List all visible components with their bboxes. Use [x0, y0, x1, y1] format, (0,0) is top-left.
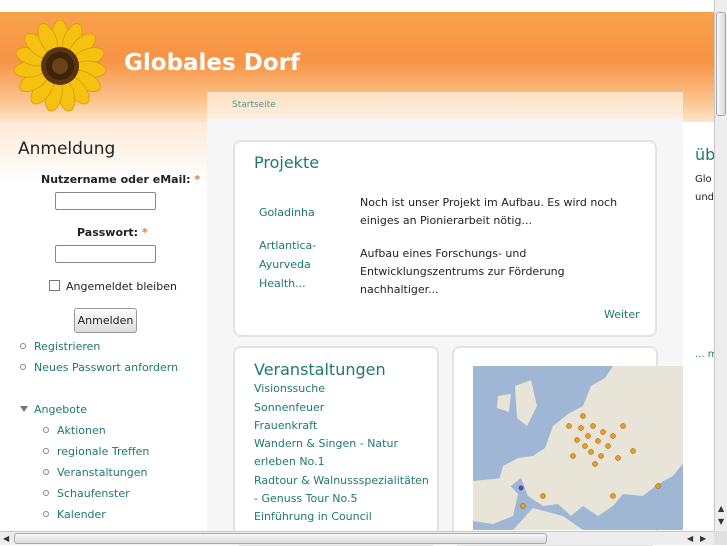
required-mark: *: [194, 173, 201, 186]
sunflower-logo-icon[interactable]: [14, 20, 106, 112]
window-top-edge: [0, 0, 714, 12]
event-link[interactable]: Wandern & Singen - Natur erleben No.1: [254, 435, 424, 471]
nav-schaufenster[interactable]: Schaufenster: [57, 487, 130, 500]
expanded-triangle-icon: [20, 406, 28, 412]
password-input[interactable]: [55, 245, 156, 263]
bullet-icon: [43, 469, 49, 475]
bullet-icon: [43, 490, 49, 496]
event-link[interactable]: Frauenkraft: [254, 417, 317, 435]
events-title[interactable]: Veranstaltungen: [254, 360, 386, 379]
bullet-icon: [20, 364, 26, 370]
right-column: [683, 122, 714, 545]
site-name[interactable]: Globales Dorf: [124, 50, 300, 76]
right-text-line: Glo: [695, 174, 712, 185]
password-label: Passwort: *: [77, 226, 148, 239]
remember-label[interactable]: Angemeldet bleiben: [66, 280, 177, 293]
remember-checkbox[interactable]: [49, 280, 60, 291]
scrollbar-corner: [714, 531, 727, 545]
scroll-left-arrow-icon[interactable]: ◀: [3, 534, 9, 543]
projects-title[interactable]: Projekte: [254, 153, 319, 172]
login-button[interactable]: Anmelden: [74, 308, 137, 333]
nav-veranstaltungen[interactable]: Veranstaltungen: [57, 466, 148, 479]
event-link[interactable]: Radtour & Walnussspezialitäten - Genuss …: [254, 472, 429, 508]
horizontal-scroll-thumb[interactable]: [14, 533, 547, 544]
register-link[interactable]: Registrieren: [34, 340, 100, 353]
bullet-icon: [43, 448, 49, 454]
event-link[interactable]: Einführung in Council: [254, 508, 372, 526]
vertical-scroll-thumb[interactable]: [716, 12, 726, 116]
breadcrumb: Startseite: [207, 92, 683, 119]
bullet-icon: [20, 343, 26, 349]
scroll-up-arrow-icon[interactable]: ▲: [718, 504, 724, 513]
login-title: Anmeldung: [18, 139, 116, 159]
event-link[interactable]: Sonnenfeuer: [254, 399, 324, 417]
vertical-scrollbar[interactable]: ▲ ▼: [714, 0, 727, 531]
project-description: Aufbau eines Forschungs- und Entwicklung…: [360, 247, 565, 296]
scroll-down-arrow-icon[interactable]: ▼: [718, 517, 724, 526]
nav-aktionen[interactable]: Aktionen: [57, 424, 106, 437]
username-label-text: Nutzername oder eMail:: [41, 173, 191, 186]
right-text-line: und: [695, 192, 715, 203]
reset-password-link[interactable]: Neues Passwort anfordern: [34, 361, 178, 374]
nav-kalender[interactable]: Kalender: [57, 508, 106, 521]
event-link[interactable]: Visionssuche: [254, 380, 325, 398]
username-label: Nutzername oder eMail: *: [41, 173, 200, 186]
project-name-link[interactable]: Artlantica-Ayurveda Health...: [259, 236, 329, 293]
password-label-text: Passwort:: [77, 226, 139, 239]
scroll-right-arrow-icon[interactable]: ▶: [700, 534, 706, 543]
projects-more-link[interactable]: Weiter: [604, 308, 640, 321]
bullet-icon: [43, 511, 49, 517]
project-description: Noch ist unser Projekt im Aufbau. Es wir…: [360, 196, 618, 227]
nav-angebote[interactable]: Angebote: [34, 403, 87, 416]
scroll-left-arrow-icon[interactable]: ◀: [687, 534, 693, 543]
project-name-link[interactable]: Goladinha: [259, 203, 315, 222]
username-input[interactable]: [55, 192, 156, 210]
nav-regionale-treffen[interactable]: regionale Treffen: [57, 445, 149, 458]
breadcrumb-home-link[interactable]: Startseite: [232, 100, 276, 110]
required-mark: *: [141, 226, 148, 239]
horizontal-scrollbar[interactable]: ◀ ◀ ▶: [0, 531, 714, 545]
bullet-icon: [43, 427, 49, 433]
europe-map[interactable]: [473, 366, 689, 530]
right-block-title[interactable]: üb: [695, 145, 715, 164]
